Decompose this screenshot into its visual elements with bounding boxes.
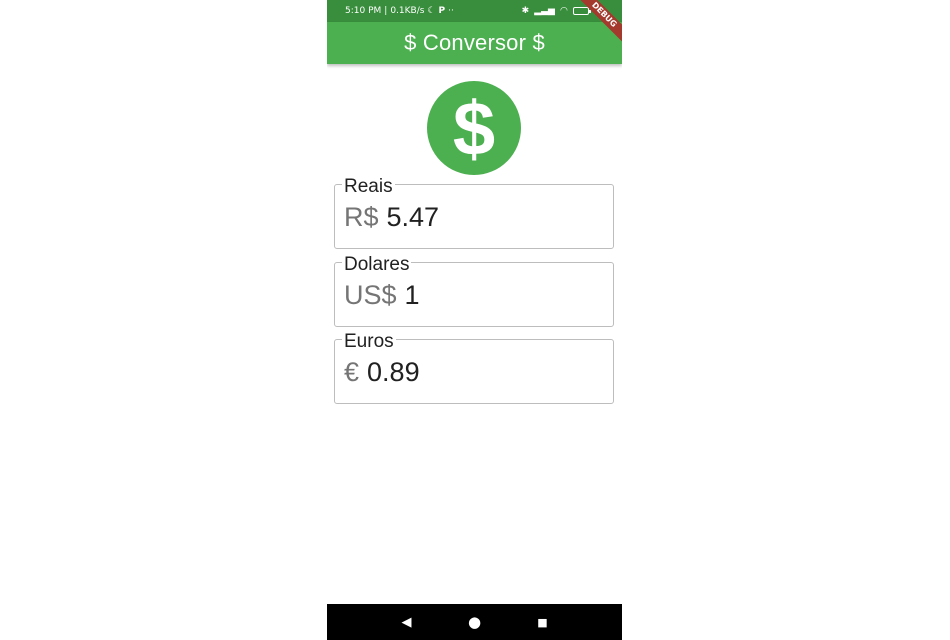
app-title: $ Conversor $: [404, 30, 545, 55]
phone-screen: 5:10 PM | 0.1KB/s ☾ P ·· ✱ ▂▃▅ ◠ 23 $ Co…: [327, 0, 622, 640]
euros-input[interactable]: €0.89: [344, 356, 420, 388]
back-icon[interactable]: ◀: [399, 614, 415, 630]
dolares-field[interactable]: Dolares US$ 1: [334, 254, 614, 327]
dollar-symbol: $: [453, 87, 495, 172]
euros-prefix: €: [344, 357, 360, 387]
moon-icon: ☾: [427, 5, 436, 16]
parking-icon: P: [438, 5, 446, 16]
reais-field[interactable]: Reais R$ 5.47: [334, 176, 614, 249]
home-icon[interactable]: ●: [467, 614, 483, 630]
status-bar: 5:10 PM | 0.1KB/s ☾ P ·· ✱ ▂▃▅ ◠ 23: [327, 0, 622, 22]
euros-field[interactable]: Euros €0.89: [334, 331, 614, 404]
signal-icon: ▂▃▅: [534, 5, 555, 16]
status-net-speed: 0.1KB/s: [390, 6, 425, 16]
dolares-input[interactable]: US$ 1: [344, 279, 420, 311]
euros-value: 0.89: [367, 357, 420, 387]
status-left: 5:10 PM | 0.1KB/s ☾ P ··: [345, 6, 454, 16]
reais-prefix: R$: [344, 202, 379, 232]
reais-value: 5.47: [386, 202, 440, 232]
status-separator: |: [384, 6, 388, 16]
navigation-bar: ◀ ● ■: [327, 604, 622, 640]
reais-field-label: Reais: [342, 176, 395, 198]
bluetooth-icon: ✱: [521, 5, 530, 16]
wifi-icon: ◠: [559, 5, 568, 16]
more-notifications-icon: ··: [448, 5, 454, 16]
dolares-prefix: US$: [344, 280, 397, 310]
dolares-field-label: Dolares: [342, 254, 412, 276]
recents-icon[interactable]: ■: [535, 614, 551, 630]
status-time: 5:10 PM: [345, 6, 382, 16]
battery-icon: [572, 7, 591, 15]
monetization-icon: $: [427, 81, 521, 175]
dolares-value: 1: [404, 280, 420, 310]
euros-field-label: Euros: [342, 331, 396, 353]
app-bar: $ Conversor $: [327, 22, 622, 64]
reais-input[interactable]: R$ 5.47: [344, 201, 439, 233]
